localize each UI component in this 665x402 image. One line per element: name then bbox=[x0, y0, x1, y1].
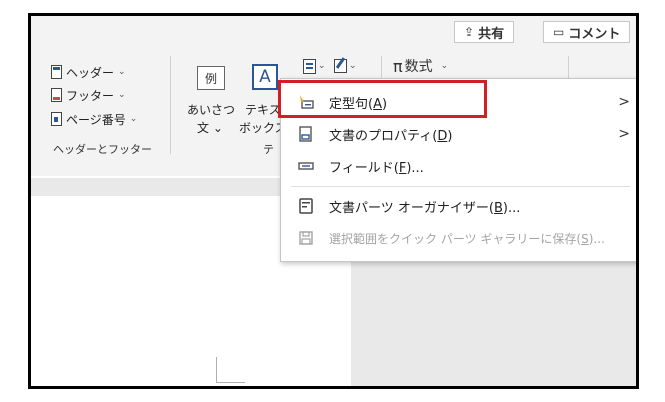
tool-separator bbox=[381, 56, 382, 78]
building-blocks-icon bbox=[299, 198, 313, 214]
comment-button[interactable]: ▭ コメント bbox=[543, 21, 631, 43]
quick-parts-icon bbox=[303, 58, 316, 74]
footer-button[interactable]: フッター ⌄ bbox=[51, 85, 126, 105]
header-label: ヘッダー bbox=[66, 65, 115, 80]
page-number-icon bbox=[51, 112, 62, 126]
menu-item-field[interactable]: フィールド(F)... bbox=[281, 150, 636, 182]
chevron-down-icon: ⌄ bbox=[129, 114, 138, 124]
textbox-icon-label: A bbox=[259, 67, 271, 87]
menu-item-label: 文書パーツ オーガナイザー(B)... bbox=[329, 200, 521, 216]
menu-item-label: 定型句(A) bbox=[329, 96, 388, 112]
autotext-icon bbox=[300, 95, 314, 109]
chevron-down-icon: ⌄ bbox=[318, 61, 326, 71]
field-icon bbox=[298, 162, 314, 170]
quick-parts-menu: 定型句(A) > 文書のプロパティ(D) > フィールド(F)... 文書パーツ… bbox=[280, 78, 636, 262]
menu-item-label: 選択範囲をクイック パーツ ギャラリーに保存(S)... bbox=[329, 231, 605, 246]
footer-icon bbox=[51, 88, 62, 102]
equation-button[interactable]: π 数式 ⌄ bbox=[393, 56, 448, 76]
menu-item-autotext[interactable]: 定型句(A) > bbox=[281, 86, 636, 118]
textbox-line1[interactable]: テキス bbox=[245, 101, 281, 118]
menu-item-building-blocks-organizer[interactable]: 文書パーツ オーガナイザー(B)... bbox=[281, 190, 636, 222]
share-button[interactable]: ⇪ 共有 bbox=[454, 21, 515, 43]
share-icon: ⇪ bbox=[464, 25, 475, 39]
screenshot-frame: ⇪ 共有 ▭ コメント ヘッダー ⌄ フッター ⌄ ページ番号 ⌄ ヘッダーとフ… bbox=[28, 13, 639, 389]
menu-item-label: フィールド(F)... bbox=[329, 160, 424, 176]
header-icon bbox=[51, 65, 62, 79]
group-label-text: テ bbox=[263, 143, 274, 156]
textbox-icon[interactable]: A bbox=[252, 64, 278, 90]
quick-parts-button[interactable]: ⌄ bbox=[303, 56, 326, 76]
footer-label: フッター bbox=[66, 88, 115, 103]
comment-label: コメント bbox=[568, 26, 621, 42]
chevron-down-icon: ⌄ bbox=[118, 67, 126, 77]
menu-item-label: 文書のプロパティ(D) bbox=[329, 128, 453, 144]
comment-icon: ▭ bbox=[553, 25, 565, 39]
chevron-right-icon: > bbox=[618, 126, 630, 142]
signature-pen-icon bbox=[334, 59, 347, 73]
equation-label: 数式 bbox=[404, 59, 433, 75]
page-margin-corner-mark bbox=[216, 357, 245, 383]
save-icon bbox=[299, 231, 313, 245]
group-separator bbox=[170, 56, 171, 154]
menu-item-document-property[interactable]: 文書のプロパティ(D) > bbox=[281, 118, 636, 150]
header-button[interactable]: ヘッダー ⌄ bbox=[51, 62, 126, 82]
greeting-icon[interactable]: 例 bbox=[197, 66, 225, 90]
greeting-line2[interactable]: 文 ⌄ bbox=[197, 119, 223, 136]
group-label-header-footer: ヘッダーとフッター bbox=[53, 143, 152, 156]
greeting-line1[interactable]: あいさつ bbox=[187, 101, 235, 118]
document-property-icon bbox=[299, 126, 312, 142]
pi-icon: π bbox=[393, 56, 403, 76]
chevron-down-icon: ⌄ bbox=[118, 90, 126, 100]
menu-item-save-selection: 選択範囲をクイック パーツ ギャラリーに保存(S)... bbox=[281, 222, 636, 254]
share-label: 共有 bbox=[478, 26, 505, 42]
page-number-button[interactable]: ページ番号 ⌄ bbox=[51, 109, 137, 129]
signature-button[interactable]: ⌄ bbox=[334, 56, 357, 76]
menu-separator bbox=[291, 186, 630, 187]
chevron-right-icon: > bbox=[618, 94, 630, 110]
chevron-down-icon: ⌄ bbox=[349, 61, 357, 71]
page-number-label: ページ番号 bbox=[66, 112, 126, 127]
chevron-down-icon: ⌄ bbox=[440, 61, 449, 71]
greeting-icon-label: 例 bbox=[204, 71, 217, 86]
